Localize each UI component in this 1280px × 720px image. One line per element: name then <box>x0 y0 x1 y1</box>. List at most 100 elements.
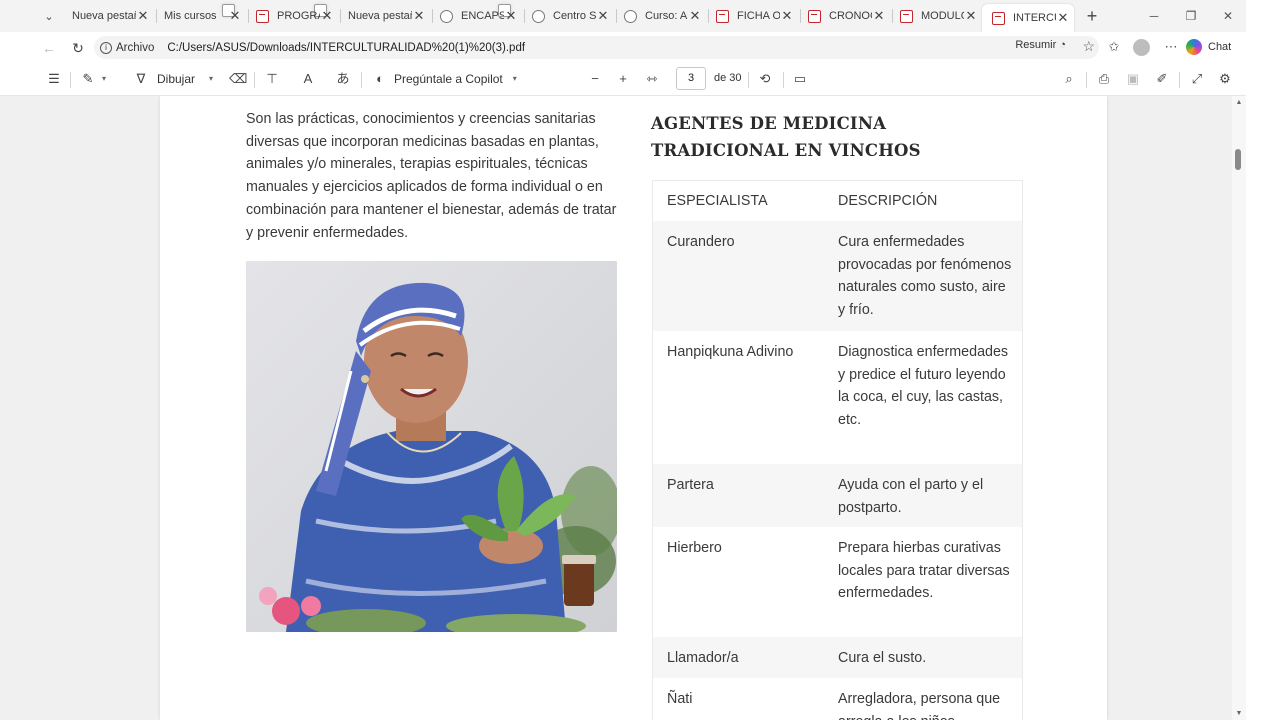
tab-nueva-pestana-2[interactable]: Nueva pestaña ✕ <box>338 4 511 28</box>
globe-icon <box>440 9 453 23</box>
summarize-label: Resumir <box>1015 39 1057 51</box>
translate-icon[interactable]: あ <box>335 70 351 88</box>
back-arrow-icon[interactable]: ← <box>39 38 59 58</box>
tab-close-icon[interactable]: ✕ <box>228 8 242 24</box>
table-row: Hierbero Prepara hierbas curativas local… <box>653 527 1022 637</box>
tab-close-icon[interactable]: ✕ <box>964 8 978 24</box>
restore-icon[interactable]: ❐ <box>1181 6 1201 26</box>
copilot-summarize-icon: ◔ <box>1059 39 1066 51</box>
specialist-cell: Partera <box>667 477 714 493</box>
tab-title: PROGRAMA <box>277 10 320 22</box>
page-view-icon[interactable]: ▭ <box>792 70 808 88</box>
tab-close-icon[interactable]: ✕ <box>596 8 610 24</box>
text-box-icon[interactable]: ⊤ <box>264 70 280 88</box>
tab-close-icon[interactable]: ✕ <box>412 8 426 24</box>
url-text[interactable]: C:/Users/ASUS/Downloads/INTERCULTURALIDA… <box>167 42 525 54</box>
toolbar-divider <box>1086 72 1087 88</box>
tab-ficha-opt[interactable]: FICHA OPT ✕ <box>706 4 798 28</box>
favorites-icon[interactable]: ✩ <box>1103 36 1125 58</box>
tab-title: Centro SER <box>553 10 596 22</box>
close-window-icon[interactable]: ✕ <box>1218 6 1238 26</box>
tab-title: Mis cursos <box>164 10 217 22</box>
page-number-input[interactable]: 3 <box>676 67 706 90</box>
tab-close-icon[interactable]: ✕ <box>872 8 886 24</box>
tab-actions-chevron-icon[interactable]: ⌄ <box>39 8 59 26</box>
specialist-cell: Curandero <box>667 234 735 250</box>
zoom-out-icon[interactable]: − <box>587 70 603 88</box>
description-cell: Diagnostica enfermedades y predice el fu… <box>838 344 1009 429</box>
description-cell: Cura enfermedades provocadas por fenómen… <box>838 234 1012 319</box>
table-row: Ñati Arregladora, persona que arregla a … <box>653 678 1022 720</box>
tab-programa[interactable]: PROGRAMA ✕ <box>246 4 338 28</box>
table-row: Llamador/a Cura el susto. <box>653 637 1022 678</box>
tab-close-icon[interactable]: ✕ <box>780 8 794 24</box>
rotate-icon[interactable]: ⟲ <box>757 70 773 88</box>
minimize-icon[interactable]: ─ <box>1144 6 1164 26</box>
table-row: Partera Ayuda con el parto y el postpart… <box>653 464 1022 527</box>
ask-copilot-button[interactable]: ◐ Pregúntale a Copilot ▾ <box>372 70 517 88</box>
fullscreen-icon[interactable]: ⤢ <box>1189 70 1205 88</box>
tab-centro-ser[interactable]: Centro SER ✕ <box>522 4 614 28</box>
contents-list-icon[interactable]: ☰ <box>46 70 62 88</box>
copilot-chat-button[interactable]: Chat <box>1186 37 1231 57</box>
save-as-icon[interactable]: ✐ <box>1154 70 1170 88</box>
tab-mis-cursos[interactable]: Mis cursos ✕ <box>154 4 327 28</box>
pdf-viewer[interactable]: Son las prácticas, conocimientos y creen… <box>0 96 1246 720</box>
tab-nueva-pestana-1[interactable]: Nueva pestaña ✕ <box>62 4 235 28</box>
more-options-icon[interactable]: ⋯ <box>1160 36 1182 58</box>
address-field[interactable]: i Archivo C:/Users/ASUS/Downloads/INTERC… <box>94 36 1099 59</box>
tab-close-icon[interactable]: ✕ <box>688 8 702 24</box>
zoom-in-icon[interactable]: + <box>615 70 631 88</box>
page-total: de 30 <box>714 72 742 84</box>
eraser-icon[interactable]: ⌫ <box>229 70 247 88</box>
description-cell: Cura el susto. <box>838 650 927 666</box>
description-cell: Ayuda con el parto y el postparto. <box>838 477 984 516</box>
tab-title: INTERCULT <box>1013 12 1056 24</box>
vertical-scrollbar[interactable]: ▲ ▼ <box>1232 96 1246 720</box>
read-aloud-icon[interactable]: A <box>300 70 316 88</box>
tab-cronograma[interactable]: CRONOGR ✕ <box>798 4 890 28</box>
tab-modulo[interactable]: MODULO 1 ✕ <box>890 4 982 28</box>
window-right-edge <box>1246 0 1280 720</box>
chevron-down-icon: ▾ <box>209 74 214 83</box>
favorite-star-icon[interactable]: ☆ <box>1082 38 1095 55</box>
tab-close-icon[interactable]: ✕ <box>136 8 150 24</box>
tab-close-icon[interactable]: ✕ <box>504 8 518 24</box>
tab-close-icon[interactable]: ✕ <box>1056 10 1070 26</box>
scheme-label: Archivo <box>116 41 155 54</box>
scroll-up-arrow-icon[interactable]: ▲ <box>1234 99 1244 106</box>
tab-curso-aula[interactable]: Curso: AUL ✕ <box>614 4 706 28</box>
tab-title: CRONOGR <box>829 10 872 22</box>
tab-interculturalidad[interactable]: INTERCULT ✕ <box>982 4 1074 32</box>
draw-button[interactable]: ∇ Dibujar ▾ <box>133 70 213 88</box>
toolbar-divider <box>254 72 255 88</box>
reload-icon[interactable]: ↻ <box>68 38 88 58</box>
scrollbar-thumb[interactable] <box>1235 149 1241 170</box>
chevron-down-icon: ▾ <box>512 74 517 83</box>
toolbar-divider <box>748 72 749 88</box>
search-icon[interactable]: ⌕ <box>1061 70 1077 88</box>
pdf-toolbar: ☰ ✎ ▾ ∇ Dibujar ▾ ⌫ ⊤ A あ ◐ Pregúntale a Cop… <box>0 62 1280 96</box>
pdf-icon <box>716 9 729 23</box>
settings-gear-icon[interactable]: ⚙ <box>1217 70 1233 88</box>
summarize-button[interactable]: Resumir ◔ <box>1015 39 1066 51</box>
profile-avatar[interactable] <box>1133 39 1150 56</box>
healer-illustration <box>246 261 617 632</box>
tab-strip: ⌄ Nueva pestaña ✕ Mis cursos ✕ PROGRAMA … <box>0 0 1280 32</box>
address-bar-row: ← ↻ i Archivo C:/Users/ASUS/Downloads/IN… <box>0 32 1280 62</box>
table-header-row: ESPECIALISTA DESCRIPCIÓN <box>653 181 1022 221</box>
tab-encaps-ser[interactable]: ENCAPS SER ✕ <box>430 4 522 28</box>
highlight-button[interactable]: ✎ ▾ <box>80 70 106 88</box>
draw-pen-icon: ∇ <box>136 71 146 86</box>
print-icon[interactable]: ⎙ <box>1096 70 1112 88</box>
new-tab-plus-icon[interactable]: + <box>1083 6 1101 26</box>
save-icon[interactable]: ▣ <box>1125 70 1141 88</box>
copilot-icon <box>1186 39 1202 55</box>
tab-close-icon[interactable]: ✕ <box>320 8 334 24</box>
description-cell: Arregladora, persona que arregla a los n… <box>838 691 1001 720</box>
scroll-down-arrow-icon[interactable]: ▼ <box>1234 710 1244 717</box>
column-header-specialist: ESPECIALISTA <box>667 193 768 209</box>
fit-to-page-icon[interactable]: ⇿ <box>644 70 660 88</box>
info-icon[interactable]: i <box>100 41 112 54</box>
specialist-cell: Hanpiqkuna Adivino <box>667 344 794 360</box>
